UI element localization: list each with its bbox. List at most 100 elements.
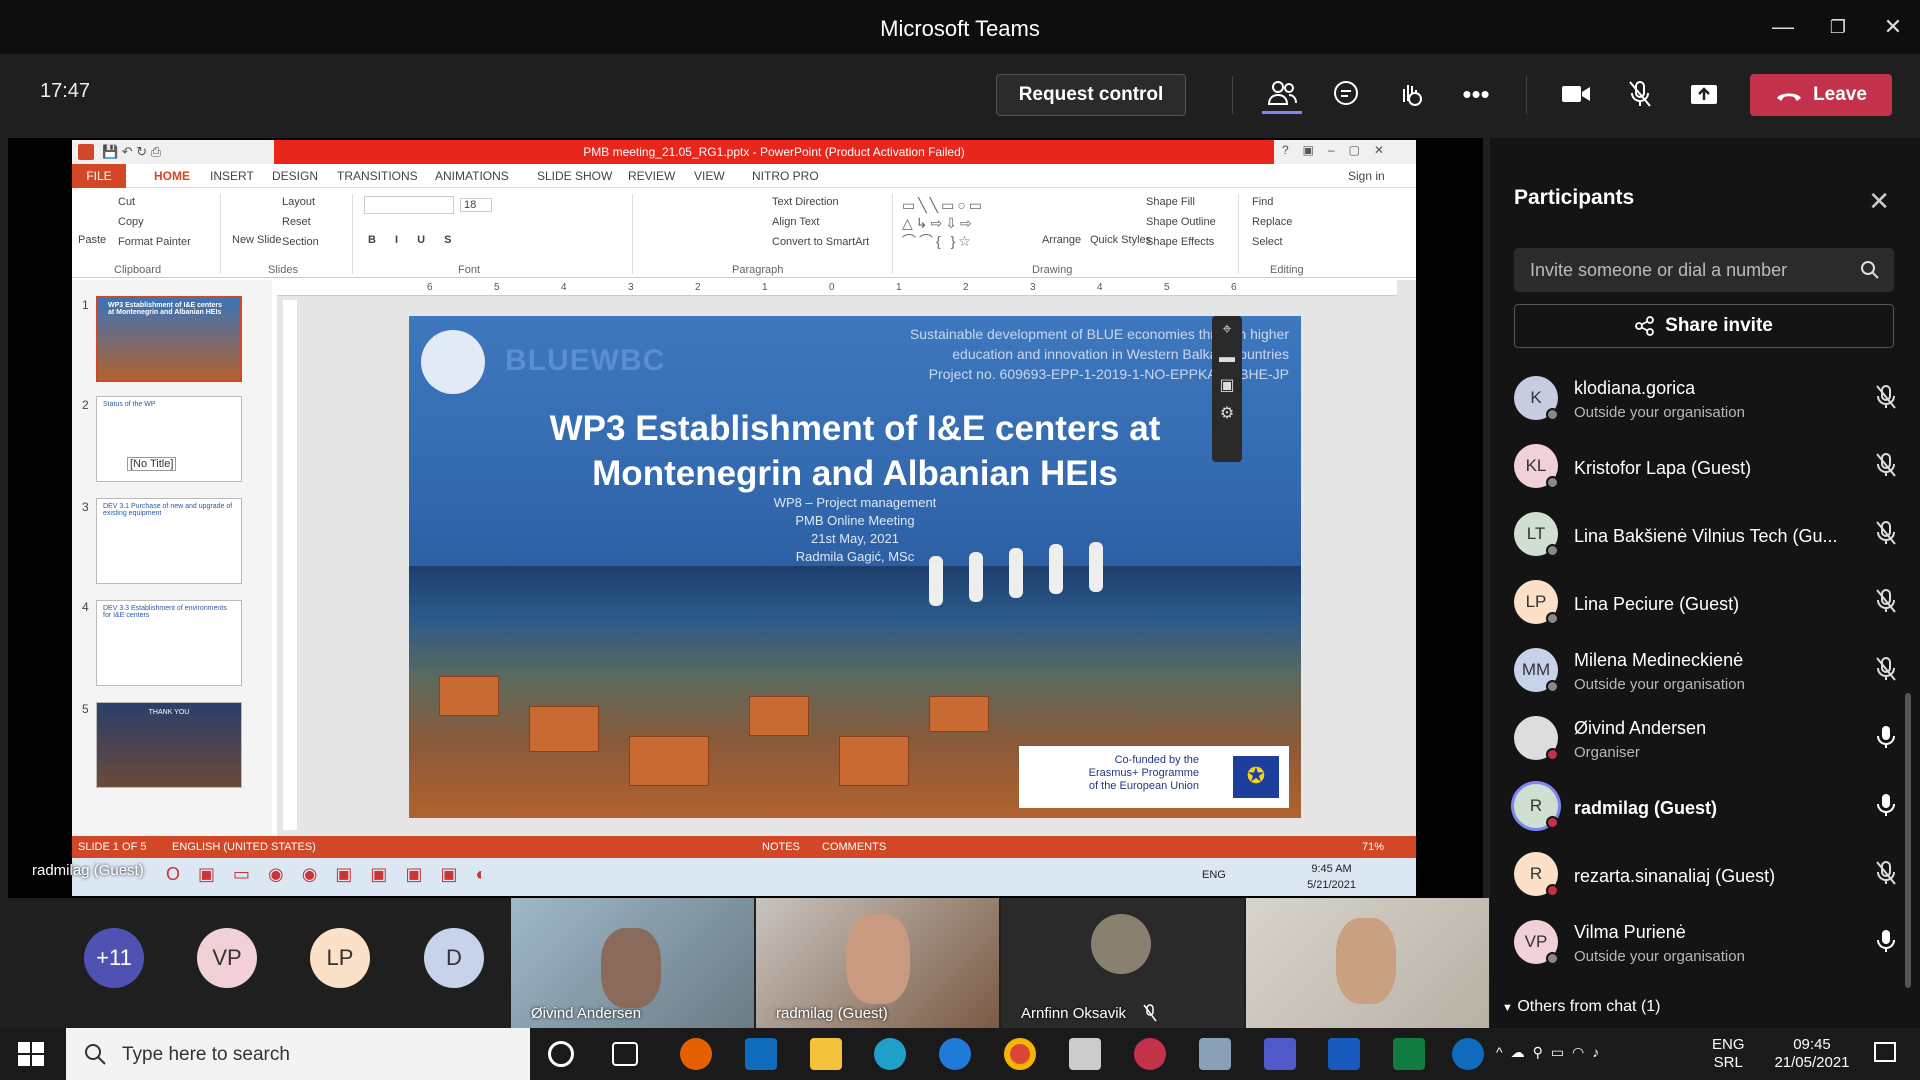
slide-thumb-5[interactable]: THANK YOU <box>96 702 242 788</box>
participant-row[interactable]: Øivind Andersen Organiser <box>1514 708 1904 768</box>
reactions-button[interactable] <box>1390 74 1430 114</box>
taskbar-clock[interactable]: 09:45 21/05/2021 <box>1760 1036 1864 1072</box>
help-icon[interactable] <box>1452 1038 1484 1070</box>
shared-screen[interactable]: 💾 ↶ ↻ ⎙ PMB meeting_21.05_RG1.pptx - Pow… <box>8 138 1483 898</box>
tab-slide-show[interactable]: SLIDE SHOW <box>537 169 612 183</box>
participant-row[interactable]: Rrezarta.sinanaliaj (Guest) <box>1514 844 1904 904</box>
font-size-select[interactable]: 18 <box>460 198 492 212</box>
copy-button[interactable]: Copy <box>118 216 144 228</box>
arrange-button[interactable]: Arrange <box>1042 234 1081 246</box>
shapes-gallery[interactable]: ▭╲╲▭○▭ △↳⇨⇩⇨ ⌒⌒{ }☆ <box>902 196 1022 256</box>
convert-smartart-button[interactable]: Convert to SmartArt <box>772 236 869 248</box>
maximize-button[interactable]: ❐ <box>1823 12 1853 42</box>
participant-row[interactable]: LT Lina Bakšienė Vilnius Tech (Gu... <box>1514 504 1904 564</box>
internet-explorer-icon[interactable] <box>939 1038 971 1070</box>
cut-button[interactable]: Cut <box>118 196 135 208</box>
gallery-avatar[interactable]: D <box>424 928 484 988</box>
slide-thumb-1[interactable]: WP3 Establishment of I&E centers at Mont… <box>96 296 242 382</box>
app-icon[interactable] <box>1134 1038 1166 1070</box>
paste-button[interactable]: Paste <box>78 234 106 246</box>
slide-thumb-4[interactable]: DEV 3.3 Establishment of environments fo… <box>96 600 242 686</box>
participant-row[interactable]: MM Milena Medineckienė Outside your organi… <box>1514 640 1904 700</box>
layout-button[interactable]: Layout <box>282 196 315 208</box>
task-view-icon[interactable] <box>612 1042 638 1066</box>
new-slide-button[interactable]: New Slide <box>232 234 282 246</box>
participant-row[interactable]: Kklodiana.gorica Outside your organisatio… <box>1514 368 1904 428</box>
shape-effects-button[interactable]: Shape Effects <box>1146 236 1216 248</box>
video-tile[interactable]: radmilag (Guest) <box>756 898 999 1028</box>
cortana-icon[interactable] <box>548 1041 574 1067</box>
tab-home[interactable]: HOME <box>154 169 190 183</box>
reset-button[interactable]: Reset <box>282 216 311 228</box>
input-language[interactable]: ENG SRL <box>1712 1036 1745 1072</box>
select-button[interactable]: Select <box>1252 236 1283 248</box>
find-button[interactable]: Find <box>1252 196 1273 208</box>
zoom-level[interactable]: 71% <box>1362 841 1384 853</box>
taskbar-search-box[interactable]: Type here to search <box>66 1028 530 1080</box>
font-style-buttons[interactable]: B I U S <box>368 234 459 246</box>
participant-row[interactable]: KL Kristofor Lapa (Guest) <box>1514 436 1904 496</box>
participant-row[interactable]: VP Vilma Purienė Outside your organisation <box>1514 912 1904 972</box>
tab-transitions[interactable]: TRANSITIONS <box>337 169 418 183</box>
font-family-select[interactable] <box>364 196 454 214</box>
shape-fill-button[interactable]: Shape Fill <box>1146 196 1195 208</box>
chrome-icon[interactable] <box>1004 1038 1036 1070</box>
camera-button[interactable] <box>1556 74 1596 114</box>
tab-nitro-pro[interactable]: NITRO PRO <box>752 169 819 183</box>
windows-start-icon[interactable] <box>18 1042 44 1066</box>
mic-button[interactable] <box>1620 74 1660 114</box>
invite-input[interactable]: Invite someone or dial a number <box>1514 248 1894 292</box>
slide-canvas[interactable]: BLUEWBC Sustainable development of BLUE … <box>409 316 1301 818</box>
tab-animations[interactable]: ANIMATIONS <box>435 169 509 183</box>
text-direction-button[interactable]: Text Direction <box>772 196 839 208</box>
request-control-button[interactable]: Request control <box>996 74 1186 116</box>
sign-in-link[interactable]: Sign in <box>1348 169 1385 183</box>
panel-scrollbar[interactable] <box>1905 693 1911 988</box>
firefox-icon[interactable] <box>680 1038 712 1070</box>
slide-thumb-3[interactable]: DEV 3.1 Purchase of new and upgrade of e… <box>96 498 242 584</box>
participant-row[interactable]: LP Lina Peciure (Guest) <box>1514 572 1904 632</box>
tab-view[interactable]: VIEW <box>694 169 725 183</box>
notes-button[interactable]: NOTES <box>762 841 800 853</box>
annotation-toolbar[interactable]: ⌖ ▬ ▣ ⚙ <box>1212 316 1242 462</box>
share-screen-button[interactable] <box>1684 74 1724 114</box>
tray-icons[interactable]: ^☁⚲▭◠♪ <box>1496 1044 1607 1061</box>
close-button[interactable]: ✕ <box>1878 12 1908 42</box>
edge-icon[interactable] <box>874 1038 906 1070</box>
participant-row[interactable]: Rradmilag (Guest) <box>1514 776 1904 836</box>
gallery-avatar[interactable]: VP <box>197 928 257 988</box>
align-text-button[interactable]: Align Text <box>772 216 820 228</box>
app-icon[interactable] <box>1199 1038 1231 1070</box>
section-button[interactable]: Section <box>282 236 319 248</box>
tab-file[interactable]: FILE <box>72 164 126 188</box>
more-options-icon[interactable]: ••• <box>1456 74 1496 114</box>
close-panel-icon[interactable]: ✕ <box>1868 186 1890 217</box>
notifications-icon[interactable] <box>1874 1042 1896 1062</box>
calculator-icon[interactable] <box>1069 1038 1101 1070</box>
gallery-avatar[interactable]: LP <box>310 928 370 988</box>
tab-design[interactable]: DESIGN <box>272 169 318 183</box>
participants-button[interactable] <box>1262 74 1302 114</box>
replace-button[interactable]: Replace <box>1252 216 1292 228</box>
word-icon[interactable] <box>1328 1038 1360 1070</box>
video-tile[interactable]: Øivind Andersen <box>511 898 754 1028</box>
file-explorer-icon[interactable] <box>810 1038 842 1070</box>
excel-icon[interactable] <box>1393 1038 1425 1070</box>
format-painter-button[interactable]: Format Painter <box>118 236 191 248</box>
teams-icon[interactable] <box>1264 1038 1296 1070</box>
shape-outline-button[interactable]: Shape Outline <box>1146 216 1216 228</box>
tab-insert[interactable]: INSERT <box>210 169 254 183</box>
video-tile[interactable] <box>1246 898 1489 1028</box>
share-invite-button[interactable]: Share invite <box>1514 304 1894 348</box>
others-from-chat-toggle[interactable]: ▼ Others from chat (1) <box>1502 998 1661 1016</box>
leave-button[interactable]: Leave <box>1750 74 1892 116</box>
outlook-icon[interactable] <box>745 1038 777 1070</box>
quick-styles-button[interactable]: Quick Styles <box>1090 234 1151 246</box>
minimize-button[interactable]: — <box>1768 12 1798 42</box>
chat-button[interactable] <box>1326 74 1366 114</box>
video-tile[interactable]: Arnfinn Oksavik <box>1001 898 1244 1028</box>
tab-review[interactable]: REVIEW <box>628 169 675 183</box>
comments-button[interactable]: COMMENTS <box>822 841 886 853</box>
more-participants-button[interactable]: +11 <box>84 928 144 988</box>
slide-thumb-2[interactable]: Status of the WP [No Title] <box>96 396 242 482</box>
